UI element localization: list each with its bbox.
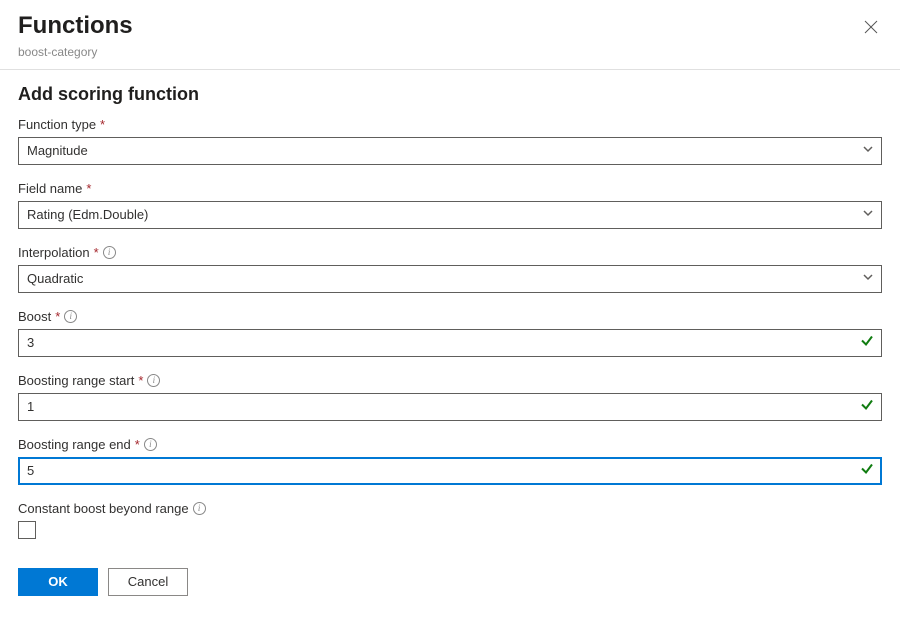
field-function-type: Function type * Magnitude [18,117,882,165]
select-value: Magnitude [18,137,882,165]
interpolation-select[interactable]: Quadratic [18,265,882,293]
page-title: Functions [18,12,133,41]
label-text: Constant boost beyond range [18,501,189,516]
field-range-end: Boosting range end * i [18,437,882,485]
required-indicator: * [86,181,91,196]
select-value: Rating (Edm.Double) [18,201,882,229]
info-icon[interactable]: i [193,502,206,515]
field-label: Interpolation * i [18,245,882,260]
select-value: Quadratic [18,265,882,293]
title-block: Functions boost-category [18,12,133,59]
close-button[interactable] [860,16,882,42]
label-text: Boosting range start [18,373,134,388]
footer-buttons: OK Cancel [18,568,882,596]
info-icon[interactable]: i [147,374,160,387]
field-interpolation: Interpolation * i Quadratic [18,245,882,293]
function-type-select[interactable]: Magnitude [18,137,882,165]
section-title: Add scoring function [18,84,882,105]
info-icon[interactable]: i [144,438,157,451]
required-indicator: * [135,437,140,452]
field-label: Constant boost beyond range i [18,501,882,516]
page-subtitle: boost-category [18,45,133,59]
field-label: Function type * [18,117,882,132]
field-label: Boosting range start * i [18,373,882,388]
constant-boost-checkbox[interactable] [18,521,36,539]
required-indicator: * [100,117,105,132]
label-text: Interpolation [18,245,90,260]
info-icon[interactable]: i [64,310,77,323]
field-boost: Boost * i [18,309,882,357]
field-field-name: Field name * Rating (Edm.Double) [18,181,882,229]
ok-button[interactable]: OK [18,568,98,596]
required-indicator: * [55,309,60,324]
field-label: Field name * [18,181,882,196]
range-start-input[interactable] [18,393,882,421]
boost-input[interactable] [18,329,882,357]
content: Add scoring function Function type * Mag… [0,70,900,614]
field-name-select[interactable]: Rating (Edm.Double) [18,201,882,229]
required-indicator: * [138,373,143,388]
label-text: Boosting range end [18,437,131,452]
field-label: Boosting range end * i [18,437,882,452]
label-text: Function type [18,117,96,132]
label-text: Field name [18,181,82,196]
field-constant-boost: Constant boost beyond range i [18,501,882,544]
required-indicator: * [94,245,99,260]
close-icon [864,21,878,38]
cancel-button[interactable]: Cancel [108,568,188,596]
panel-header: Functions boost-category [0,0,900,70]
range-end-input[interactable] [18,457,882,485]
info-icon[interactable]: i [103,246,116,259]
label-text: Boost [18,309,51,324]
field-label: Boost * i [18,309,882,324]
field-range-start: Boosting range start * i [18,373,882,421]
